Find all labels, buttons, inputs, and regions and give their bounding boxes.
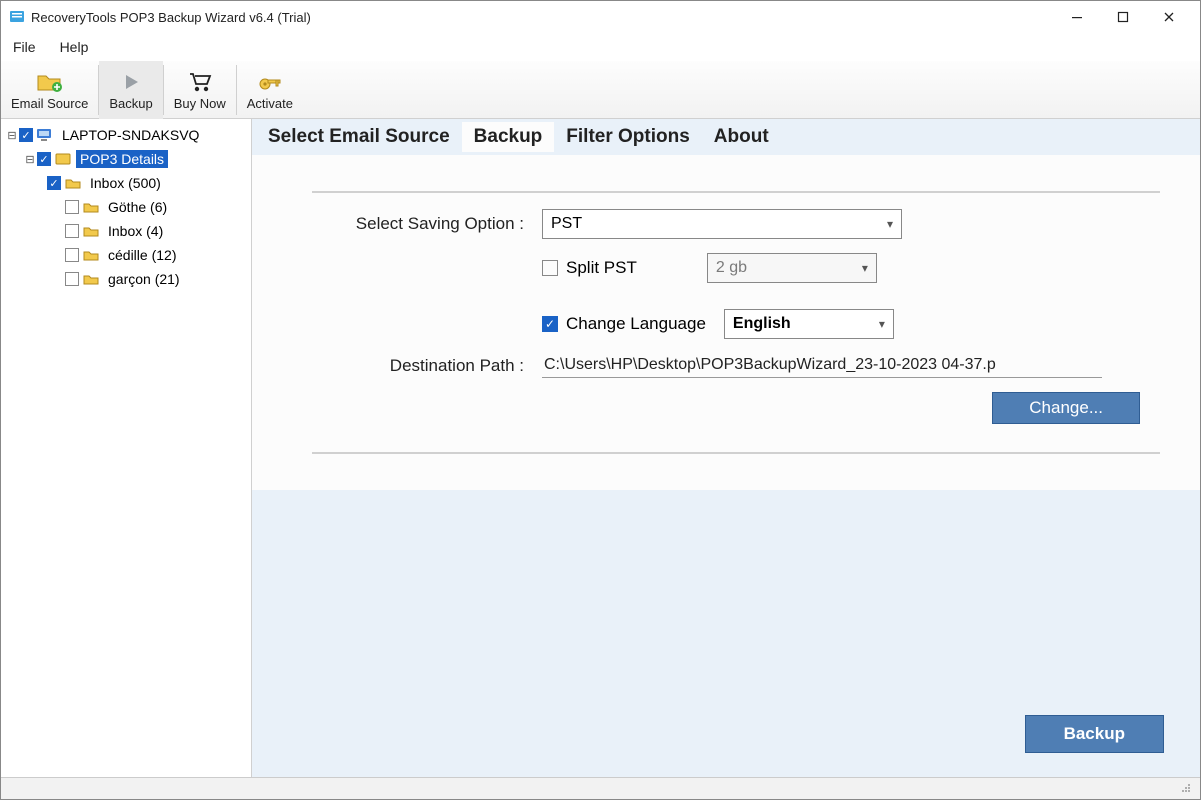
titlebar: RecoveryTools POP3 Backup Wizard v6.4 (T… <box>1 1 1200 33</box>
main-area: ⊟ ✓ LAPTOP-SNDAKSVQ ⊟ ✓ POP3 Details ✓ I… <box>1 119 1200 777</box>
tree-checkbox[interactable]: ✓ <box>47 176 61 190</box>
tree-item[interactable]: Göthe (6) <box>1 195 251 219</box>
folder-plus-icon <box>36 68 64 96</box>
tree-checkbox[interactable] <box>65 272 79 286</box>
select-value: PST <box>551 215 582 233</box>
tree-root[interactable]: ⊟ ✓ LAPTOP-SNDAKSVQ <box>1 123 251 147</box>
folder-icon <box>82 223 100 239</box>
tree-item[interactable]: garçon (21) <box>1 267 251 291</box>
tree-label: LAPTOP-SNDAKSVQ <box>58 126 203 144</box>
tree-checkbox[interactable] <box>65 200 79 214</box>
saving-option-select[interactable]: PST ▾ <box>542 209 902 239</box>
tree-pop3[interactable]: ⊟ ✓ POP3 Details <box>1 147 251 171</box>
chevron-down-icon: ▾ <box>879 317 885 331</box>
cart-icon <box>186 68 214 96</box>
app-icon <box>9 9 25 25</box>
toolbar-label: Buy Now <box>174 96 226 111</box>
close-button[interactable] <box>1146 1 1192 33</box>
play-icon <box>117 68 145 96</box>
tree-label: cédille (12) <box>104 246 180 264</box>
tree-item[interactable]: ✓ Inbox (500) <box>1 171 251 195</box>
tree-label: Inbox (500) <box>86 174 165 192</box>
account-icon <box>54 151 72 167</box>
menubar: File Help <box>1 33 1200 61</box>
tree-checkbox[interactable]: ✓ <box>37 152 51 166</box>
change-language-label: Change Language <box>566 314 706 334</box>
tree-label: garçon (21) <box>104 270 184 288</box>
backup-button[interactable]: Backup <box>99 61 162 119</box>
menu-file[interactable]: File <box>13 39 36 55</box>
change-path-button[interactable]: Change... <box>992 392 1140 424</box>
menu-help[interactable]: Help <box>60 39 89 55</box>
saving-option-row: Select Saving Option : PST ▾ <box>312 209 1160 239</box>
folder-icon <box>82 199 100 215</box>
tree-checkbox[interactable] <box>65 248 79 262</box>
window-title: RecoveryTools POP3 Backup Wizard v6.4 (T… <box>31 10 311 25</box>
tabs: Select Email Source Backup Filter Option… <box>252 119 1200 155</box>
email-source-button[interactable]: Email Source <box>1 61 98 119</box>
destination-input[interactable] <box>542 353 1102 378</box>
computer-icon <box>36 127 54 143</box>
split-size-select[interactable]: 2 gb ▾ <box>707 253 877 283</box>
minimize-button[interactable] <box>1054 1 1100 33</box>
start-backup-button[interactable]: Backup <box>1025 715 1164 753</box>
change-language-checkbox[interactable]: ✓ <box>542 316 558 332</box>
tree-checkbox[interactable] <box>65 224 79 238</box>
resize-grip-icon[interactable] <box>1178 780 1192 797</box>
toolbar-label: Activate <box>247 96 293 111</box>
tab-select-source[interactable]: Select Email Source <box>256 122 462 152</box>
statusbar <box>1 777 1200 799</box>
tree-item[interactable]: cédille (12) <box>1 243 251 267</box>
key-icon <box>256 68 284 96</box>
folder-icon <box>64 175 82 191</box>
split-pst-label: Split PST <box>566 258 637 278</box>
buy-now-button[interactable]: Buy Now <box>164 61 236 119</box>
select-value: English <box>733 315 791 333</box>
collapse-icon[interactable]: ⊟ <box>5 129 19 142</box>
content-area: Select Email Source Backup Filter Option… <box>251 119 1200 777</box>
tree-label: Göthe (6) <box>104 198 171 216</box>
toolbar-label: Backup <box>109 96 152 111</box>
tree-label: Inbox (4) <box>104 222 167 240</box>
destination-row: Destination Path : <box>312 353 1160 378</box>
backup-button-wrap: Backup <box>1025 715 1164 753</box>
backup-panel: Select Saving Option : PST ▾ Split PST 2… <box>252 155 1200 490</box>
split-pst-row: Split PST 2 gb ▾ <box>312 253 1160 283</box>
tab-backup[interactable]: Backup <box>462 122 555 152</box>
tree-checkbox[interactable]: ✓ <box>19 128 33 142</box>
maximize-button[interactable] <box>1100 1 1146 33</box>
activate-button[interactable]: Activate <box>237 61 303 119</box>
folder-icon <box>82 271 100 287</box>
tab-about[interactable]: About <box>702 122 781 152</box>
toolbar-label: Email Source <box>11 96 88 111</box>
tree-item[interactable]: Inbox (4) <box>1 219 251 243</box>
language-row: ✓ Change Language English ▾ <box>312 309 1160 339</box>
language-select[interactable]: English ▾ <box>724 309 894 339</box>
tab-filter-options[interactable]: Filter Options <box>554 122 702 152</box>
toolbar: Email Source Backup Buy Now Activate <box>1 61 1200 119</box>
destination-label: Destination Path : <box>312 356 542 376</box>
split-pst-checkbox[interactable] <box>542 260 558 276</box>
saving-option-label: Select Saving Option : <box>312 214 542 234</box>
folder-icon <box>82 247 100 263</box>
chevron-down-icon: ▾ <box>887 217 893 231</box>
section-divider <box>312 191 1160 193</box>
tree-label: POP3 Details <box>76 150 168 168</box>
chevron-down-icon: ▾ <box>862 261 868 275</box>
select-value: 2 gb <box>716 259 747 277</box>
collapse-icon[interactable]: ⊟ <box>23 153 37 166</box>
folder-tree: ⊟ ✓ LAPTOP-SNDAKSVQ ⊟ ✓ POP3 Details ✓ I… <box>1 119 251 777</box>
section-divider <box>312 452 1160 454</box>
